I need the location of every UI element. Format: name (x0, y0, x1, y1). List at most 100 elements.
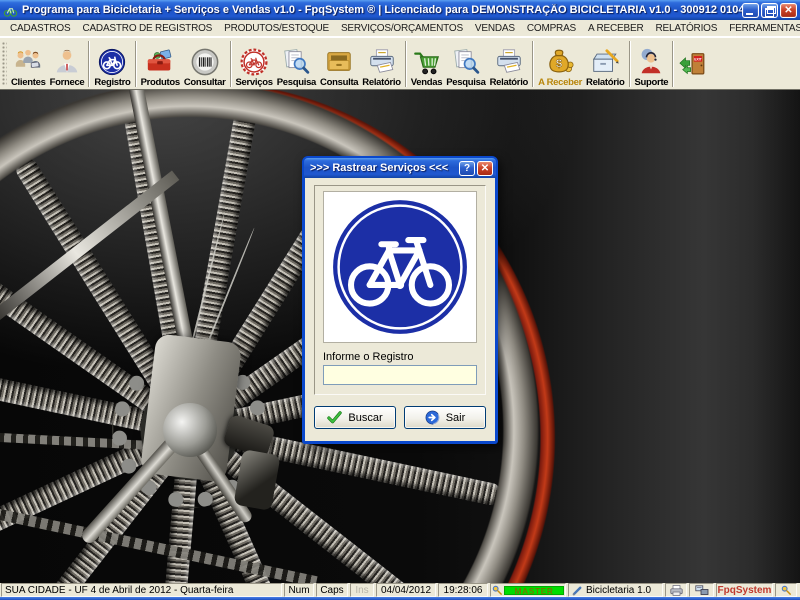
toolbar-consultar-button[interactable]: Consultar (182, 40, 228, 88)
menu-vendas[interactable]: VENDAS (469, 22, 521, 35)
toolbar-fornece-button[interactable]: Fornece (48, 40, 87, 88)
dialog-title-bar: >>> Rastrear Serviços <<< ? ✕ (304, 158, 496, 178)
menu-relatorios[interactable]: RELATÓRIOS (649, 22, 723, 35)
toolbar-separator (672, 40, 675, 87)
toolbar-label: Pesquisa (446, 76, 486, 88)
toolbar-consulta-button[interactable]: Consulta (318, 40, 360, 88)
minimize-button[interactable] (742, 2, 759, 18)
products-toolbox-icon (148, 49, 172, 70)
key-icon (781, 585, 791, 595)
registro-input[interactable] (323, 365, 477, 385)
arrow-circle-icon (425, 410, 440, 425)
toolbar-relatorio-servicos-button[interactable]: Relatório (360, 40, 402, 88)
toolbar-label: Relatório (489, 76, 529, 88)
toolbar-pesquisa-vendas-button[interactable]: Pesquisa (444, 40, 487, 88)
status-caps-lock: Caps (316, 583, 348, 597)
toolbar-exit-button[interactable]: EXIT (676, 40, 710, 88)
dialog-close-button[interactable]: ✕ (477, 160, 493, 176)
status-date: 04/04/2012 (376, 583, 436, 597)
search-documents-icon (284, 48, 310, 74)
toolbar-relatorio-receber-button[interactable]: Relatório (584, 40, 626, 88)
toolbar-label: Relatório (362, 76, 401, 88)
check-icon (327, 411, 343, 424)
status-location-date: SUA CIDADE - UF 4 de Abril de 2012 - Qua… (1, 583, 282, 597)
status-app-panel: Bicicletaria 1.0 (568, 583, 663, 597)
toolbar-pesquisa-servicos-button[interactable]: Pesquisa (275, 40, 318, 88)
toolbar-a-receber-button[interactable]: $ A Receber (536, 40, 584, 88)
menu-servicos-orcamentos[interactable]: SERVIÇOS/ORÇAMENTOS (335, 22, 469, 35)
printer-icon (669, 584, 683, 596)
bicycle-sign-image (323, 191, 477, 343)
services-gear-bicycle-icon (240, 48, 268, 75)
search-documents-icon (454, 48, 480, 74)
dialog-buttons: Buscar Sair (314, 406, 486, 429)
restore-button[interactable] (761, 2, 778, 18)
register-bicycle-sign-icon (99, 48, 126, 75)
toolbar-clientes-button[interactable]: Clientes (9, 40, 48, 88)
toolbar-label: Fornece (49, 76, 85, 88)
menu-bar: CADASTROS CADASTRO DE REGISTROS PRODUTOS… (0, 20, 800, 37)
wheel-hub (163, 403, 217, 457)
toolbar-label: Consulta (320, 76, 359, 88)
menu-cadastros[interactable]: CADASTROS (4, 22, 76, 35)
sair-label: Sair (445, 411, 466, 424)
rastrear-servicos-dialog: >>> Rastrear Serviços <<< ? ✕ Informe o … (302, 156, 498, 444)
status-printer-panel[interactable] (665, 583, 687, 597)
register-label: Informe o Registro (323, 351, 414, 363)
toolbar-label: Serviços (235, 76, 274, 88)
app-window: Programa para Bicicletaria + Serviços e … (0, 0, 800, 600)
toolbar-separator (229, 40, 232, 87)
sales-cart-icon (413, 51, 439, 74)
dialog-help-button[interactable]: ? (459, 160, 475, 176)
toolbar-label: Registro (94, 76, 131, 88)
close-button[interactable]: ✕ (780, 2, 797, 18)
status-insert: Ins (350, 583, 374, 597)
toolbar-label: Clientes (11, 76, 46, 88)
toolbar-grip[interactable] (2, 41, 7, 86)
exit-sign-text: EXIT (695, 57, 703, 61)
buscar-button[interactable]: Buscar (314, 406, 396, 429)
toolbar-registro-button[interactable]: Registro (92, 40, 132, 88)
toolbar-produtos-button[interactable]: Produtos (139, 40, 182, 88)
toolbar-label: Relatório (586, 76, 625, 88)
menu-compras[interactable]: COMPRAS (521, 22, 582, 35)
toolbar-separator (88, 40, 91, 87)
money-symbol: $ (556, 58, 563, 70)
report-printer-icon (497, 48, 521, 73)
toolbar-relatorio-vendas-button[interactable]: Relatório (488, 40, 530, 88)
report-printer-icon (369, 48, 394, 73)
status-app-name: Bicicletaria 1.0 (586, 584, 652, 596)
toolbar-label: Produtos (140, 76, 181, 88)
app-bicycle-icon (3, 7, 18, 17)
client-area-photo: >>> Rastrear Serviços <<< ? ✕ Informe o … (0, 90, 800, 583)
toolbar-separator (628, 40, 631, 87)
status-user-badge: MASTER (504, 585, 564, 595)
menu-ferramentas[interactable]: FERRAMENTAS (723, 22, 800, 35)
toolbar-servicos-button[interactable]: Serviços (234, 40, 275, 88)
toolbar-label: Vendas (410, 76, 443, 88)
status-bar: SUA CIDADE - UF 4 de Abril de 2012 - Qua… (0, 583, 800, 597)
status-network-panel[interactable] (689, 583, 714, 597)
menu-produtos-estoque[interactable]: PRODUTOS/ESTOQUE (218, 22, 335, 35)
toolbar-label: Consultar (183, 76, 226, 88)
window-title: Programa para Bicicletaria + Serviços e … (22, 4, 742, 16)
toolbar-separator (134, 40, 137, 87)
barcode-lookup-icon (191, 48, 219, 75)
status-num-lock: Num (284, 583, 314, 597)
support-agent-icon (642, 48, 661, 73)
toolbar-separator (404, 40, 407, 87)
menu-a-receber[interactable]: A RECEBER (582, 22, 649, 35)
status-brand: FpqSystem (716, 583, 773, 597)
report-cabinet-pencil-icon (593, 48, 620, 72)
bicycle-sign-icon (333, 200, 467, 334)
toolbar: Clientes Fornece Registro Produtos Consu… (0, 37, 800, 90)
menu-cadastro-de-registros[interactable]: CADASTRO DE REGISTROS (76, 22, 218, 35)
toolbar-vendas-button[interactable]: Vendas (409, 40, 444, 88)
sair-button[interactable]: Sair (404, 406, 486, 429)
status-time: 19:28:06 (438, 583, 488, 597)
clients-people-icon (16, 49, 41, 68)
toolbar-suporte-button[interactable]: Suporte (633, 40, 671, 88)
status-key-panel[interactable] (775, 583, 797, 597)
supplier-person-icon (56, 49, 78, 72)
toolbar-separator (532, 40, 535, 87)
